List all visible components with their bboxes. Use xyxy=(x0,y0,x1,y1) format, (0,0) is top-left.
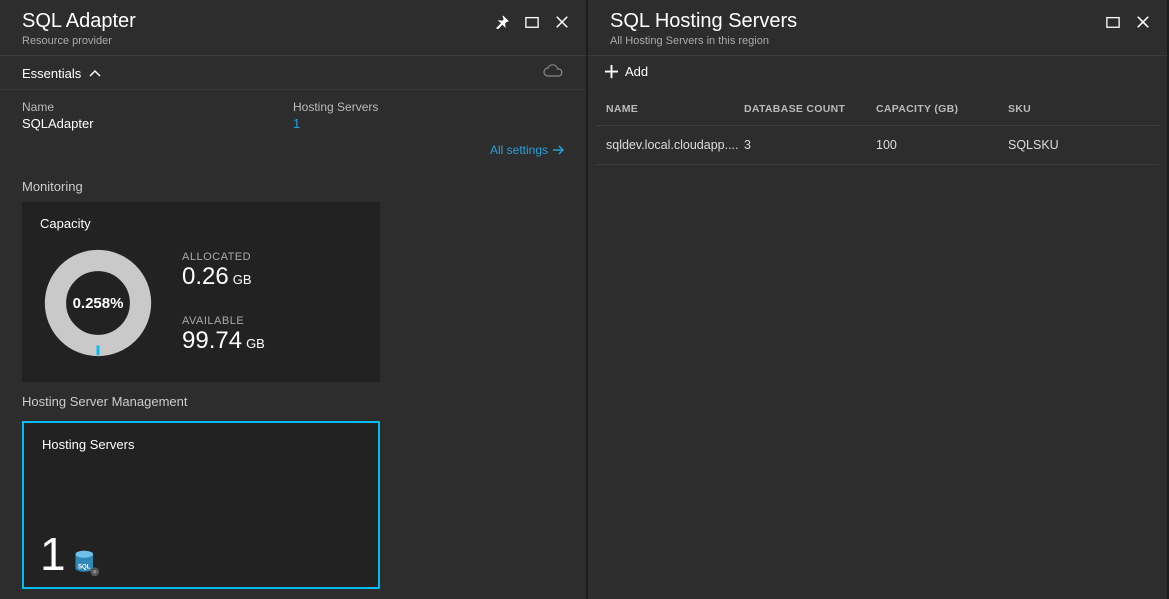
available-value: 99.74 xyxy=(182,327,242,355)
grid-header: NAME DATABASE COUNT CAPACITY (GB) SKU xyxy=(596,87,1159,126)
name-label: Name xyxy=(22,100,293,114)
col-db[interactable]: DATABASE COUNT xyxy=(744,103,876,115)
hosting-servers-link[interactable]: 1 xyxy=(293,116,564,131)
close-icon[interactable] xyxy=(1135,14,1151,30)
capacity-percent: 0.258% xyxy=(40,245,156,361)
add-button[interactable]: Add xyxy=(604,64,648,79)
allocated-unit: GB xyxy=(233,272,252,287)
capacity-title: Capacity xyxy=(40,216,362,231)
blade-header: SQL Adapter Resource provider xyxy=(0,0,586,55)
cell-cap: 100 xyxy=(876,138,1008,152)
toolbar: Add xyxy=(588,55,1167,87)
svg-text:SQL: SQL xyxy=(78,563,91,570)
arrow-right-icon xyxy=(552,144,564,156)
hosting-servers-grid: NAME DATABASE COUNT CAPACITY (GB) SKU sq… xyxy=(588,87,1167,165)
capacity-donut-chart: 0.258% xyxy=(40,245,156,361)
sql-hosting-servers-blade: SQL Hosting Servers All Hosting Servers … xyxy=(588,0,1169,599)
cloud-icon xyxy=(542,64,564,83)
pin-icon[interactable] xyxy=(494,14,510,30)
maximize-icon[interactable] xyxy=(524,14,540,30)
sql-adapter-blade: SQL Adapter Resource provider Essentials xyxy=(0,0,588,599)
cell-sku: SQLSKU xyxy=(1008,138,1149,152)
essentials-body: Name SQLAdapter Hosting Servers 1 xyxy=(0,90,586,137)
table-row[interactable]: sqldev.local.cloudapp.... 3 100 SQLSKU xyxy=(596,126,1159,165)
all-settings-label: All settings xyxy=(490,143,548,157)
name-value: SQLAdapter xyxy=(22,116,293,131)
col-sku[interactable]: SKU xyxy=(1008,103,1149,115)
maximize-icon[interactable] xyxy=(1105,14,1121,30)
blade-title: SQL Hosting Servers xyxy=(610,10,797,33)
hosting-servers-tile[interactable]: Hosting Servers 1 SQL xyxy=(22,421,380,589)
sql-database-icon: SQL xyxy=(72,549,100,577)
available-unit: GB xyxy=(246,336,265,351)
cell-name: sqldev.local.cloudapp.... xyxy=(606,138,744,152)
blade-header: SQL Hosting Servers All Hosting Servers … xyxy=(588,0,1167,55)
allocated-value: 0.26 xyxy=(182,263,229,291)
blade-subtitle: All Hosting Servers in this region xyxy=(610,35,797,47)
allocated-label: ALLOCATED xyxy=(182,251,265,263)
col-cap[interactable]: CAPACITY (GB) xyxy=(876,103,1008,115)
hosting-servers-label: Hosting Servers xyxy=(293,100,564,114)
essentials-label: Essentials xyxy=(22,66,81,81)
chevron-up-icon xyxy=(89,68,101,80)
col-name[interactable]: NAME xyxy=(606,103,744,115)
all-settings-link[interactable]: All settings xyxy=(490,143,564,157)
close-icon[interactable] xyxy=(554,14,570,30)
hosting-tile-title: Hosting Servers xyxy=(42,437,360,452)
blade-subtitle: Resource provider xyxy=(22,35,136,47)
add-label: Add xyxy=(625,64,648,79)
cell-db: 3 xyxy=(744,138,876,152)
blade-title: SQL Adapter xyxy=(22,10,136,33)
available-label: AVAILABLE xyxy=(182,315,265,327)
hsm-section-label: Hosting Server Management xyxy=(0,382,586,417)
monitoring-section-label: Monitoring xyxy=(0,167,586,202)
hosting-count: 1 xyxy=(40,531,66,577)
essentials-toggle[interactable]: Essentials xyxy=(0,55,586,90)
plus-icon xyxy=(604,64,619,79)
capacity-tile[interactable]: Capacity 0.258% ALLOCATED 0.26 GB xyxy=(22,202,380,382)
